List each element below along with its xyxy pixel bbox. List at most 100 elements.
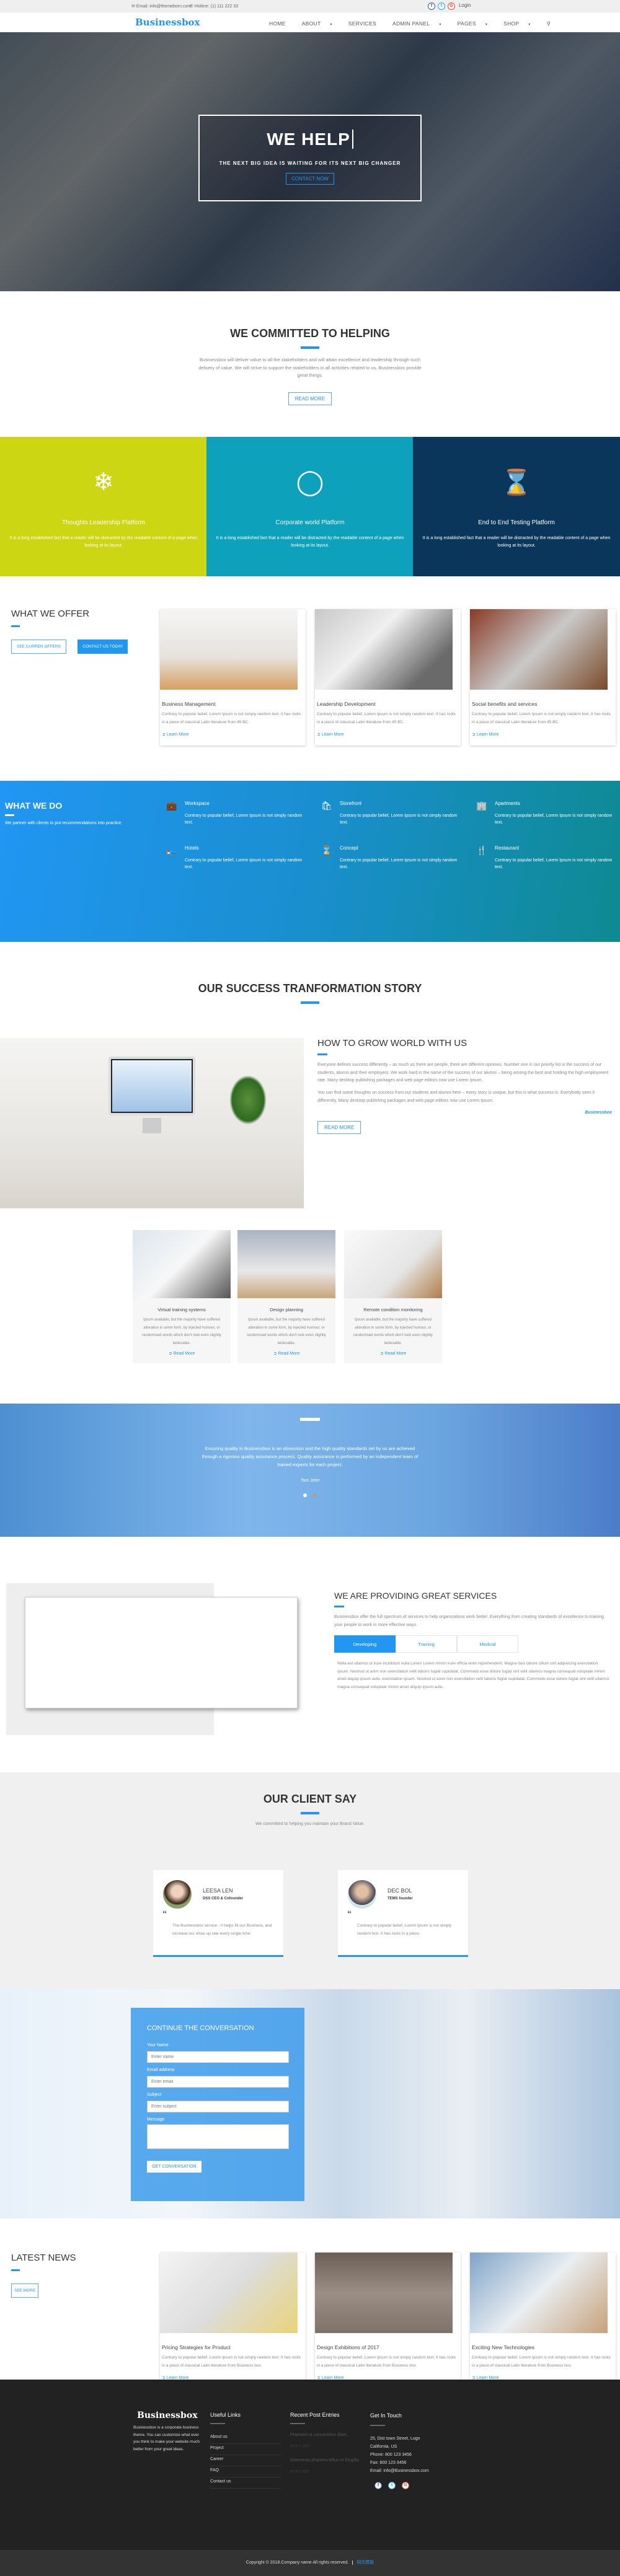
search-icon[interactable]: ⚲ bbox=[547, 20, 551, 27]
platform-text: It is a long established fact that a rea… bbox=[422, 536, 611, 548]
success-image bbox=[0, 1038, 304, 1208]
card-title: Exciting New Technologies bbox=[472, 2344, 534, 2350]
contact-section bbox=[0, 1989, 620, 2218]
avatar bbox=[348, 1880, 376, 1909]
post-link[interactable]: Praesent ut consectetur diam. bbox=[290, 2433, 365, 2437]
what-we-do-title: WHAT WE DO bbox=[5, 801, 63, 811]
nav-item-home[interactable]: HOME bbox=[269, 20, 294, 27]
tab-medical[interactable]: Medical bbox=[457, 1635, 518, 1653]
copyright-bar: Copyright © 2018.Company name All rights… bbox=[0, 2550, 620, 2576]
twitter-icon[interactable]: t bbox=[388, 2482, 396, 2489]
nav-label: ADMIN PANEL bbox=[392, 20, 430, 27]
footer-logo[interactable]: Businessbox bbox=[137, 2411, 202, 2420]
nav-item-shop[interactable]: SHOP ▾ bbox=[503, 20, 539, 27]
read-more-link[interactable]: ➲ Read More bbox=[344, 1351, 442, 1356]
success-paragraph: Everyone defines success differently – a… bbox=[317, 1063, 609, 1083]
service-text: Contrary to popular belief, Lorem Ipsum … bbox=[340, 814, 458, 825]
name-input[interactable] bbox=[147, 2051, 289, 2063]
feature-title: Remote condition monitoring bbox=[363, 1307, 423, 1312]
service-item: 💼 Workspace Contrary to popular belief, Lo… bbox=[166, 801, 309, 826]
footer-about: Businessbox is a corporate business them… bbox=[133, 2425, 200, 2451]
service-title: Hotels bbox=[185, 845, 199, 851]
footer-link-contact-us[interactable]: Contact us bbox=[210, 2477, 281, 2489]
testimonial-card: LEESA LEN DSS CEO & Cofounder “ The Busines… bbox=[153, 1870, 283, 1957]
tab-developing[interactable]: Developing bbox=[334, 1635, 396, 1653]
platform-text: It is a long established fact that a rea… bbox=[9, 536, 198, 548]
feature-text: Ipsum available, but the majority have s… bbox=[247, 1318, 326, 1345]
card-text: Contrary to popular belief, Lorem Ipsum … bbox=[162, 2355, 301, 2368]
link-label: Read More bbox=[384, 1352, 407, 1356]
card-text: Contrary to popular belief, Lorem Ipsum … bbox=[472, 712, 611, 724]
offer-heading: WHAT WE OFFER SEE CURREN OFFERS CONTACT … bbox=[11, 609, 128, 654]
login-link[interactable]: Login bbox=[459, 2, 471, 8]
nav-item-about[interactable]: ABOUT ▾ bbox=[302, 20, 340, 27]
slider-dot[interactable] bbox=[313, 1493, 317, 1497]
client-name: DEC BOL bbox=[388, 1888, 412, 1894]
facebook-icon[interactable]: f bbox=[374, 2482, 382, 2489]
card-image bbox=[470, 609, 608, 690]
offer-title: WHAT WE OFFER bbox=[11, 609, 90, 619]
contact-us-today-button[interactable]: CONTACT US TODAY bbox=[78, 640, 128, 654]
learn-more-link[interactable]: ➲ Learn More bbox=[317, 732, 459, 737]
contact-title: CONTINUE THE CONVERSATION bbox=[147, 2024, 254, 2032]
learn-more-link[interactable]: ➲ Learn More bbox=[162, 732, 304, 737]
footer-link-project[interactable]: Project bbox=[210, 2444, 281, 2455]
committed-section: WE COMMITTED TO HELPING Businessbox will… bbox=[0, 327, 620, 405]
logo[interactable]: Businessbox bbox=[135, 17, 200, 28]
footer-link-faq[interactable]: FAQ bbox=[210, 2466, 281, 2477]
quote-author: Tom John bbox=[300, 1479, 320, 1483]
tab-training[interactable]: Training bbox=[396, 1635, 457, 1653]
read-more-button[interactable]: READ MORE bbox=[317, 1120, 361, 1134]
service-item: 🍴 Restaurant Contrary to popular belief, L… bbox=[476, 845, 619, 871]
see-offers-button[interactable]: SEE CURREN OFFERS bbox=[11, 640, 66, 654]
main-nav: Businessbox HOME ABOUT ▾ SERVICES ADMIN PANE… bbox=[0, 12, 620, 32]
feature-title: Design planning bbox=[270, 1307, 303, 1312]
card-text: Contrary to popular belief, Lorem Ipsum … bbox=[317, 2355, 456, 2368]
google-plus-icon[interactable]: G bbox=[402, 2482, 409, 2489]
service-title: Apartments bbox=[495, 801, 520, 806]
cutlery-icon: 🍴 bbox=[476, 845, 487, 855]
get-conversation-button[interactable]: GET CONVERSATION bbox=[147, 2161, 202, 2173]
post-link[interactable]: Maecenas pharetra tellus et fringilla. bbox=[290, 2458, 365, 2463]
platform-title: Corporate world Platform bbox=[275, 519, 345, 526]
service-text: Contrary to popular belief, Lorem Ipsum … bbox=[495, 814, 613, 825]
nav-item-admin-panel[interactable]: ADMIN PANEL ▾ bbox=[392, 20, 450, 27]
read-more-button[interactable]: READ MORE bbox=[288, 392, 332, 405]
template-link[interactable]: 网页模板 bbox=[356, 2561, 374, 2565]
nav-label: PAGES bbox=[457, 20, 476, 27]
hotline-info: ✆ Hotline: (1) 111 222 33 bbox=[190, 4, 238, 9]
client-quote: The Businessbox service - it helps fill … bbox=[172, 1923, 272, 1936]
platform-title: End to End Testing Platform bbox=[478, 519, 555, 526]
slider-dot-active[interactable] bbox=[303, 1493, 307, 1497]
what-we-do-text: We partner with clients to put recommend… bbox=[5, 821, 123, 825]
footer-link-about-us[interactable]: About us bbox=[210, 2433, 281, 2444]
see-more-button[interactable]: SEE MORE bbox=[11, 2284, 39, 2298]
message-label: Message bbox=[147, 2117, 165, 2122]
facebook-icon[interactable]: f bbox=[428, 2, 435, 10]
service-item: 🏢 Apartments Contrary to popular belief, L… bbox=[476, 801, 619, 826]
card-title: Leadership Development bbox=[317, 701, 376, 707]
nav-item-services[interactable]: SERVICES bbox=[348, 20, 384, 27]
testimonial-card: DEC BOL TEMS founder “ Contrary to popular … bbox=[338, 1870, 468, 1957]
google-plus-icon[interactable]: G bbox=[448, 2, 455, 10]
twitter-icon[interactable]: t bbox=[438, 2, 445, 10]
footer-link-career[interactable]: Career bbox=[210, 2455, 281, 2466]
nav-label: ABOUT bbox=[301, 20, 321, 27]
service-item: 🛌 Hotels Contrary to popular belief, Lorem… bbox=[166, 845, 309, 871]
card: Exciting New Technologies Contrary to pop… bbox=[470, 2253, 616, 2389]
chevron-down-icon: ▾ bbox=[528, 23, 531, 27]
what-we-do-section: WHAT WE DO We partner with clients to pu… bbox=[0, 781, 620, 942]
read-more-link[interactable]: ➲ Read More bbox=[133, 1351, 231, 1356]
client-role: TEMS founder bbox=[388, 1897, 413, 1901]
clients-section: OUR CLIENT SAY We committed to helping y… bbox=[0, 1772, 620, 1989]
subject-input[interactable] bbox=[147, 2101, 289, 2112]
read-more-link[interactable]: ➲ Read More bbox=[237, 1351, 335, 1356]
card-image bbox=[160, 2253, 298, 2333]
services-text: Businessbox offer the full spectrum of s… bbox=[334, 1615, 604, 1627]
learn-more-link[interactable]: ➲ Learn More bbox=[472, 732, 614, 737]
email-input[interactable] bbox=[147, 2076, 289, 2088]
footer-email: Email: info@Businessbox.com bbox=[370, 2469, 429, 2473]
contact-now-button[interactable]: CONTACT NOW bbox=[286, 173, 334, 185]
message-textarea[interactable] bbox=[147, 2124, 289, 2149]
nav-item-pages[interactable]: PAGES ▾ bbox=[458, 20, 495, 27]
